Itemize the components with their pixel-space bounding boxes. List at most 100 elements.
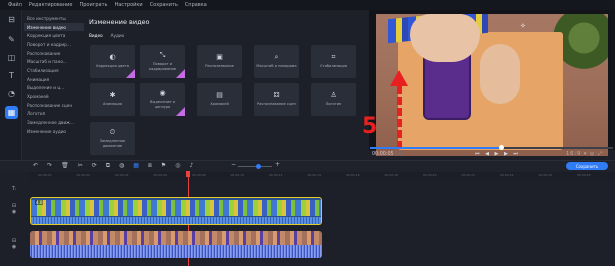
tile-label: Распознавание bbox=[205, 64, 234, 69]
tile-color-correction[interactable]: ◐ Коррекция цвета bbox=[90, 45, 135, 78]
overlay-icon[interactable]: ⧈ bbox=[148, 162, 152, 170]
menu-save[interactable]: Сохранить bbox=[150, 2, 178, 8]
category-item[interactable]: Все инструменты bbox=[24, 14, 84, 23]
filters-icon[interactable]: ◫ bbox=[6, 52, 17, 63]
ruler-tick-label: 00:00:24 bbox=[500, 173, 514, 177]
video-thumbnails bbox=[31, 200, 321, 216]
ruler-tick-label: 00:00:26 bbox=[538, 173, 552, 177]
video-frame[interactable]: ✧ bbox=[376, 14, 608, 156]
import-icon[interactable]: ⊟ bbox=[6, 14, 17, 25]
tile-chroma-key[interactable]: ▤ Хромакей bbox=[197, 83, 242, 116]
category-item[interactable]: Поворот и кадрир... bbox=[24, 40, 84, 49]
playback-progress-fill bbox=[370, 147, 502, 149]
zoom-slider-handle[interactable] bbox=[256, 164, 261, 169]
video-clip[interactable]: 4.0 bbox=[30, 197, 322, 225]
ruler-tick-label: 00:00:08 bbox=[192, 173, 206, 177]
tile-label: Коррекция цвета bbox=[96, 64, 129, 69]
transport-controls[interactable]: ⏮ ◀ ▶ ▶ ⏭ bbox=[475, 151, 520, 157]
menu-file[interactable]: Файл bbox=[8, 2, 22, 8]
tile-rotate-crop[interactable]: ⤡ Поворот и кадрирование bbox=[140, 45, 185, 78]
tile-scene-detection[interactable]: ⚃ Распознавание сцен bbox=[254, 83, 299, 116]
menu-edit[interactable]: Редактирование bbox=[29, 2, 73, 8]
tile-label: Хромакей bbox=[210, 102, 229, 107]
hand bbox=[410, 14, 480, 62]
track-controls-title[interactable]: Tᵣ bbox=[0, 186, 28, 192]
tile-label: Масштаб и панорама bbox=[256, 64, 297, 69]
category-item[interactable]: Распознавание сцен bbox=[24, 101, 84, 110]
tile-highlight-censor[interactable]: ◉ Выделение и цензура bbox=[140, 83, 185, 116]
timecode: 00:00:05.132 bbox=[372, 152, 404, 157]
category-item[interactable]: Изменение аудио bbox=[24, 127, 84, 136]
category-item[interactable]: Масштаб и пано... bbox=[24, 57, 84, 66]
track-controls-video[interactable]: ⊟ ◉ bbox=[0, 203, 28, 215]
ruler-tick-label: 00:00:04 bbox=[115, 173, 129, 177]
tab-audio[interactable]: Аудио bbox=[111, 33, 125, 38]
pro-badge bbox=[176, 107, 185, 116]
ruler-tick-label: 00:00:06 bbox=[153, 173, 167, 177]
category-item[interactable]: Хромакей bbox=[24, 92, 84, 101]
arrow-stem bbox=[397, 86, 402, 148]
zoom-out-icon[interactable]: − bbox=[231, 161, 236, 168]
more-tools-icon[interactable]: ▦ bbox=[5, 106, 18, 119]
pro-badge bbox=[176, 69, 185, 78]
category-item[interactable]: Распознавание bbox=[24, 49, 84, 58]
clip-duration: 4.0 bbox=[35, 200, 44, 205]
playback-progress[interactable] bbox=[370, 145, 613, 150]
category-item[interactable]: Анимация bbox=[24, 75, 84, 84]
recognition-icon: ▣ bbox=[216, 53, 223, 62]
undo-icon[interactable]: ↶ bbox=[33, 162, 38, 170]
tile-label: Замедленное движение bbox=[99, 139, 126, 148]
view-controls[interactable]: 16:9 ▾ ◎ ⤢ bbox=[566, 151, 603, 157]
tile-animation[interactable]: ✱ Анимация bbox=[90, 83, 135, 116]
tile-zoom-pan[interactable]: ⌕ Масштаб и панорама bbox=[254, 45, 299, 78]
ruler-tick-label: 00:00:10 bbox=[230, 173, 244, 177]
clip-thumbnails bbox=[30, 231, 322, 245]
color-icon[interactable]: ◍ bbox=[119, 162, 124, 170]
menu-settings[interactable]: Настройки bbox=[114, 2, 142, 8]
arrow-up-icon bbox=[390, 70, 408, 86]
properties-icon[interactable]: ▦ bbox=[133, 162, 139, 170]
second-clip[interactable] bbox=[30, 231, 322, 258]
ruler-tick-label: 00:00:20 bbox=[423, 173, 437, 177]
transitions-icon[interactable]: ◔ bbox=[6, 88, 17, 99]
tool-strip: ⊟ ✎ ◫ T ◔ ▦ bbox=[0, 10, 22, 160]
tile-label: Логотип bbox=[325, 102, 342, 107]
menu-help[interactable]: Справка bbox=[185, 2, 207, 8]
track-controls-audio[interactable]: ⊟ ◉ bbox=[0, 238, 28, 250]
tile-label: Анимация bbox=[102, 102, 122, 107]
category-item[interactable]: Выделение и ц... bbox=[24, 84, 84, 93]
category-item[interactable]: Стабилизация bbox=[24, 66, 84, 75]
zoom-slider[interactable] bbox=[238, 166, 272, 167]
save-button[interactable]: Сохранить bbox=[566, 162, 608, 170]
record-icon[interactable]: ◎ bbox=[175, 162, 180, 170]
menu-play[interactable]: Проиграть bbox=[79, 2, 107, 8]
zoom-icon: ⌕ bbox=[274, 53, 279, 62]
tile-recognition[interactable]: ▣ Распознавание bbox=[197, 45, 242, 78]
cut-icon[interactable]: ✂ bbox=[78, 162, 83, 170]
titles-icon[interactable]: T bbox=[6, 70, 17, 81]
ruler-tick-label: 00:00:00 bbox=[38, 173, 52, 177]
category-item[interactable]: Коррекция цвета bbox=[24, 31, 84, 40]
tab-video[interactable]: Видео bbox=[89, 33, 103, 38]
ruler-tick-label: 00:00:16 bbox=[346, 173, 360, 177]
category-item[interactable]: Логотип bbox=[24, 110, 84, 119]
tile-label: Распознавание сцен bbox=[257, 102, 296, 107]
scene-detection-icon: ⚃ bbox=[273, 91, 280, 100]
tile-slow-motion[interactable]: ⏲ Замедленное движение bbox=[90, 122, 135, 155]
tile-logo[interactable]: ♙ Логотип bbox=[311, 83, 356, 116]
crop-icon[interactable]: ⧉ bbox=[106, 162, 110, 170]
logo-icon: ♙ bbox=[330, 91, 337, 100]
rotate-icon[interactable]: ⟳ bbox=[92, 162, 97, 170]
stabilization-icon: ⌗ bbox=[331, 53, 336, 62]
redo-icon[interactable]: ↷ bbox=[47, 162, 52, 170]
timecode-main: 00:00:05 bbox=[372, 152, 394, 157]
category-item-active[interactable]: Изменение видео bbox=[24, 22, 84, 32]
tile-stabilization[interactable]: ⌗ Стабилизация bbox=[311, 45, 356, 78]
marker-icon[interactable]: ⚑ bbox=[161, 162, 166, 170]
zoom-in-icon[interactable]: + bbox=[275, 161, 280, 168]
magic-wand-icon[interactable]: ✎ bbox=[6, 34, 17, 45]
delete-icon[interactable]: 🗑 bbox=[61, 162, 69, 170]
ruler-tick-label: 00:00:12 bbox=[269, 173, 283, 177]
audio-icon[interactable]: ♪ bbox=[189, 162, 193, 170]
category-item[interactable]: Замедленное движ... bbox=[24, 118, 84, 127]
